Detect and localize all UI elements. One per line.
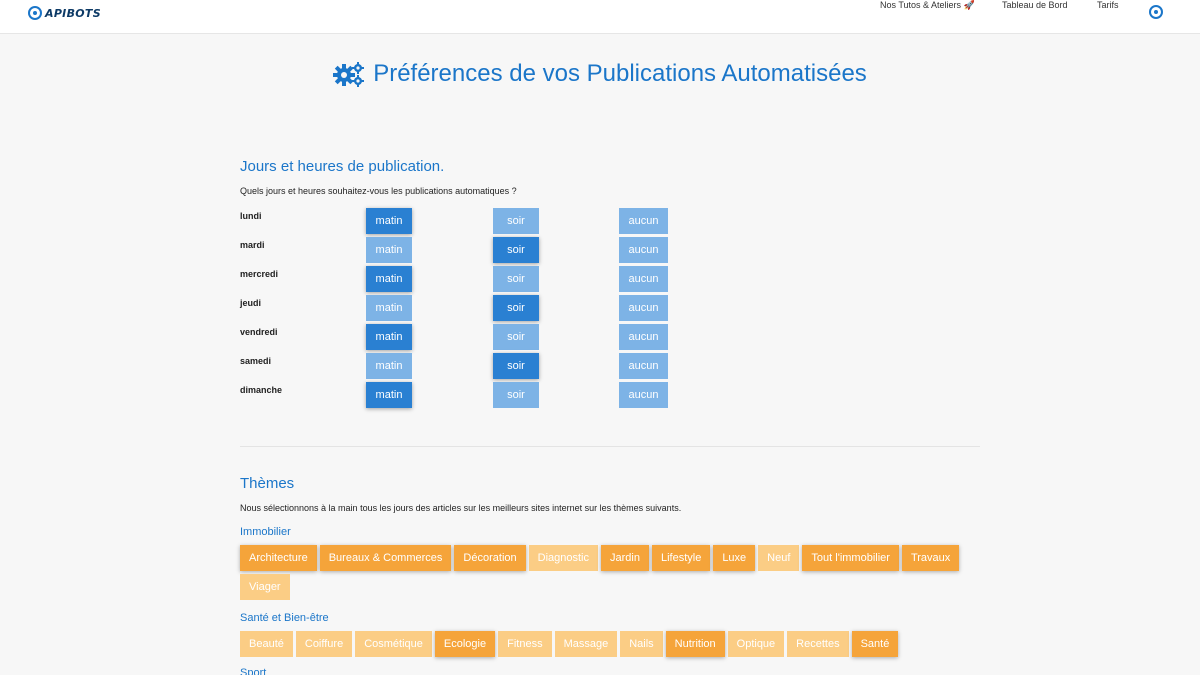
account-icon[interactable] — [1149, 5, 1163, 19]
logo-icon — [28, 6, 42, 20]
day-label-mercredi: mercredi — [240, 269, 279, 279]
theme-tag[interactable]: Fitness — [498, 631, 552, 657]
nav-link-tutos[interactable]: Nos Tutos & Ateliers 🚀 — [880, 0, 975, 11]
day-label-dimanche: dimanche — [240, 385, 283, 395]
page-header: Préférences de vos Publications Automati… — [0, 60, 1200, 92]
nav-link-pricing[interactable]: Tarifs — [1097, 0, 1119, 10]
category-sante-tags: Beauté Coiffure Cosmétique Ecologie Fitness M… — [240, 631, 980, 657]
nav-link-dashboard[interactable]: Tableau de Bord — [1002, 0, 1068, 10]
theme-tag[interactable]: Nails — [620, 631, 663, 657]
aucun-button-vendredi[interactable]: aucun — [619, 324, 668, 350]
aucun-button-mardi[interactable]: aucun — [619, 237, 668, 263]
theme-tag[interactable]: Diagnostic — [528, 545, 598, 571]
theme-tag[interactable]: Ecologie — [434, 631, 496, 657]
matin-button-mercredi[interactable]: matin — [366, 266, 412, 292]
day-label-lundi: lundi — [240, 211, 262, 221]
matin-button-samedi[interactable]: matin — [366, 353, 412, 379]
day-label-vendredi: vendredi — [240, 327, 278, 337]
theme-tag[interactable]: Lifestyle — [651, 545, 711, 571]
theme-tag[interactable]: Coiffure — [295, 631, 353, 657]
matin-button-jeudi[interactable]: matin — [366, 295, 412, 321]
top-navbar: APIBOTS Nos Tutos & Ateliers 🚀 Tableau d… — [0, 0, 1200, 34]
soir-button-mardi[interactable]: soir — [493, 237, 539, 263]
brand-logo[interactable]: APIBOTS — [28, 5, 101, 21]
soir-button-samedi[interactable]: soir — [493, 353, 539, 379]
soir-button-lundi[interactable]: soir — [493, 208, 539, 234]
day-label-samedi: samedi — [240, 356, 272, 366]
matin-button-vendredi[interactable]: matin — [366, 324, 412, 350]
day-label-jeudi: jeudi — [240, 298, 262, 308]
theme-tag[interactable]: Recettes — [787, 631, 849, 657]
themes-section-title: Thèmes — [240, 475, 295, 492]
aucun-button-lundi[interactable]: aucun — [619, 208, 668, 234]
theme-tag[interactable]: Luxe — [713, 545, 756, 571]
matin-button-mardi[interactable]: matin — [366, 237, 412, 263]
matin-button-lundi[interactable]: matin — [366, 208, 412, 234]
category-immobilier-tags: Architecture Bureaux & Commerces Décoratio… — [240, 545, 980, 600]
aucun-button-dimanche[interactable]: aucun — [619, 382, 668, 408]
section-divider — [240, 446, 980, 447]
theme-tag[interactable]: Architecture — [240, 545, 317, 571]
page-title: Préférences de vos Publications Automati… — [373, 60, 867, 87]
theme-tag[interactable]: Nutrition — [665, 631, 725, 657]
theme-tag[interactable]: Travaux — [901, 545, 960, 571]
soir-button-mercredi[interactable]: soir — [493, 266, 539, 292]
theme-tag[interactable]: Décoration — [454, 545, 526, 571]
theme-tag[interactable]: Beauté — [240, 631, 293, 657]
soir-button-dimanche[interactable]: soir — [493, 382, 539, 408]
soir-button-jeudi[interactable]: soir — [493, 295, 539, 321]
theme-tag[interactable]: Santé — [851, 631, 899, 657]
soir-button-vendredi[interactable]: soir — [493, 324, 539, 350]
category-sante-title: Santé et Bien-être — [240, 612, 329, 624]
aucun-button-jeudi[interactable]: aucun — [619, 295, 668, 321]
schedule-question: Quels jours et heures souhaitez-vous les… — [240, 186, 517, 196]
theme-tag[interactable]: Optique — [727, 631, 785, 657]
theme-tag[interactable]: Bureaux & Commerces — [319, 545, 452, 571]
theme-tag[interactable]: Viager — [240, 574, 290, 600]
theme-tag[interactable]: Cosmétique — [355, 631, 432, 657]
aucun-button-mercredi[interactable]: aucun — [619, 266, 668, 292]
category-sport-title: Sport — [240, 667, 267, 675]
theme-tag[interactable]: Jardin — [600, 545, 649, 571]
schedule-section-title: Jours et heures de publication. — [240, 158, 445, 175]
themes-description: Nous sélectionnons à la main tous les jo… — [240, 503, 682, 513]
day-label-mardi: mardi — [240, 240, 265, 250]
theme-tag[interactable]: Tout l'immobilier — [802, 545, 899, 571]
gears-icon — [333, 62, 365, 87]
matin-button-dimanche[interactable]: matin — [366, 382, 412, 408]
brand-name: APIBOTS — [45, 6, 101, 20]
theme-tag[interactable]: Massage — [554, 631, 618, 657]
category-immobilier-title: Immobilier — [240, 526, 291, 538]
theme-tag[interactable]: Neuf — [758, 545, 800, 571]
aucun-button-samedi[interactable]: aucun — [619, 353, 668, 379]
